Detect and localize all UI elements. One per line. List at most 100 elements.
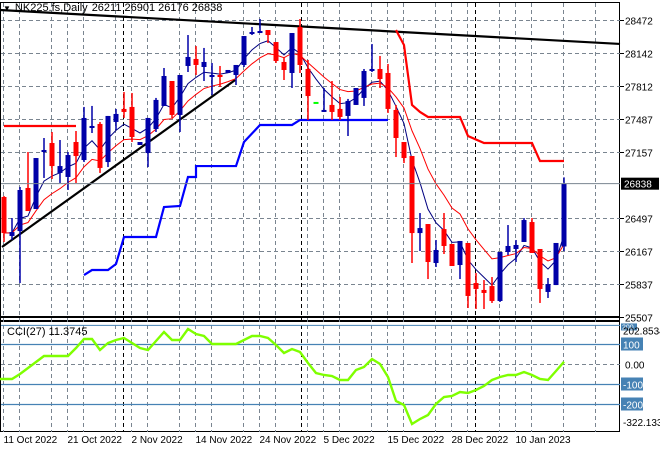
x-tick-label: 24 Nov 2022 xyxy=(260,435,317,446)
candle-bearish[interactable] xyxy=(1,196,7,234)
candle-bearish[interactable] xyxy=(297,27,303,65)
candle-bullish[interactable] xyxy=(289,33,295,73)
candle-bullish[interactable] xyxy=(113,113,119,122)
x-tick-label: 11 Oct 2022 xyxy=(4,435,58,446)
candle-bearish[interactable] xyxy=(449,243,455,267)
candle-bullish[interactable] xyxy=(545,284,551,292)
candle-bullish[interactable] xyxy=(513,244,519,249)
candle-bearish[interactable] xyxy=(425,224,431,263)
candle-bullish[interactable] xyxy=(553,242,559,286)
candle-bullish[interactable] xyxy=(233,64,239,75)
candle-bullish[interactable] xyxy=(361,70,367,98)
candle-bearish[interactable] xyxy=(329,104,335,112)
candle-bearish[interactable] xyxy=(529,222,535,253)
candle-bearish[interactable] xyxy=(409,156,415,234)
y-tick-label: 27157 xyxy=(625,149,653,160)
candle-bullish[interactable] xyxy=(17,189,23,232)
candle-bullish[interactable] xyxy=(457,240,463,266)
triangle-down-icon[interactable]: ▼ xyxy=(3,4,11,13)
candle-bearish[interactable] xyxy=(337,108,343,117)
candle-bearish[interactable] xyxy=(121,108,127,112)
candle-bullish[interactable] xyxy=(105,115,111,163)
x-tick-label: 15 Dec 2022 xyxy=(388,435,445,446)
x-tick-label: 5 Dec 2022 xyxy=(324,435,376,446)
candle-bearish[interactable] xyxy=(441,229,447,246)
price-chart[interactable]: 28472 28142 27812 27487 27157 26497 26167 25837… xyxy=(0,0,660,450)
chart-header: ▼ NK225.fs,Daily 26211 26901 26176 26838 xyxy=(3,2,222,14)
moving-average-slow xyxy=(3,52,565,262)
candle-bullish[interactable] xyxy=(369,68,375,71)
candle-bearish[interactable] xyxy=(273,42,279,61)
cci-max-label: 202.8534 xyxy=(623,326,660,337)
candle-bearish[interactable] xyxy=(73,142,79,157)
candle-bullish[interactable] xyxy=(137,142,143,146)
cci-level-label: -100 xyxy=(623,381,643,392)
candle-bearish[interactable] xyxy=(97,123,103,168)
y-tick-label: 25837 xyxy=(625,281,653,292)
candle-bullish[interactable] xyxy=(417,228,423,234)
candle-bullish[interactable] xyxy=(161,75,167,106)
candle-bullish[interactable] xyxy=(497,251,503,301)
candle-bullish[interactable] xyxy=(321,109,327,112)
symbol-label: NK225.fs,Daily xyxy=(14,2,88,14)
candle-bearish[interactable] xyxy=(377,68,383,79)
candle-bullish[interactable] xyxy=(89,125,95,128)
candle-bullish[interactable] xyxy=(345,100,351,116)
candle-bearish[interactable] xyxy=(25,187,31,212)
candle-bearish[interactable] xyxy=(481,289,487,293)
candle-bearish[interactable] xyxy=(129,106,135,137)
candle-bullish[interactable] xyxy=(313,101,319,104)
candle-bullish[interactable] xyxy=(153,99,159,129)
candle-bullish[interactable] xyxy=(225,69,231,73)
candle-bearish[interactable] xyxy=(473,283,479,289)
candle-bearish[interactable] xyxy=(305,68,311,97)
candle-bullish[interactable] xyxy=(257,31,263,34)
candle-bearish[interactable] xyxy=(169,81,175,115)
trendline[interactable] xyxy=(0,8,621,46)
candle-bullish[interactable] xyxy=(505,245,511,252)
price-pane-frame xyxy=(0,2,620,321)
candle-bearish[interactable] xyxy=(401,142,407,159)
candle-bullish[interactable] xyxy=(201,61,207,67)
candle-bullish[interactable] xyxy=(209,74,215,77)
cci-min-label: -322.133 xyxy=(623,418,660,429)
candle-bearish[interactable] xyxy=(217,74,223,77)
candle-bullish[interactable] xyxy=(561,183,567,247)
candle-bearish[interactable] xyxy=(49,143,55,167)
candle-bullish[interactable] xyxy=(65,155,71,177)
cci-level-label: 0.00 xyxy=(625,361,645,372)
candle-bullish[interactable] xyxy=(241,36,247,65)
candle-bullish[interactable] xyxy=(81,117,87,161)
current-price-label: 26838 xyxy=(624,180,652,191)
candle-bullish[interactable] xyxy=(521,220,527,242)
candle-bullish[interactable] xyxy=(177,74,183,115)
x-tick-label: 10 Jan 2023 xyxy=(516,435,571,446)
candle-bullish[interactable] xyxy=(249,32,255,35)
candle-bullish[interactable] xyxy=(145,117,151,154)
candle-bearish[interactable] xyxy=(537,248,543,289)
cci-level-label: -200 xyxy=(623,401,643,412)
candle-bullish[interactable] xyxy=(41,150,47,153)
candle-bullish[interactable] xyxy=(57,166,63,173)
step-high-line xyxy=(395,29,564,163)
candle-bearish[interactable] xyxy=(465,242,471,296)
candle-bearish[interactable] xyxy=(265,30,271,36)
candle-bullish[interactable] xyxy=(185,56,191,66)
candle-bearish[interactable] xyxy=(281,61,287,70)
candle-bullish[interactable] xyxy=(353,88,359,105)
y-tick-label: 26497 xyxy=(625,215,653,226)
candle-bearish[interactable] xyxy=(393,109,399,138)
y-tick-label: 28472 xyxy=(625,17,653,28)
candle-bearish[interactable] xyxy=(489,286,495,301)
y-tick-label: 27812 xyxy=(625,83,653,94)
candle-bullish[interactable] xyxy=(433,249,439,264)
x-tick-label: 28 Dec 2022 xyxy=(452,435,509,446)
candle-bullish[interactable] xyxy=(9,232,15,236)
y-tick-label: 27487 xyxy=(625,116,653,127)
candle-bearish[interactable] xyxy=(193,58,199,65)
y-tick-label: 28142 xyxy=(625,50,653,61)
x-tick-label: 21 Oct 2022 xyxy=(68,435,123,446)
cci-line xyxy=(0,327,565,426)
candle-bearish[interactable] xyxy=(385,72,391,109)
y-tick-label: 26167 xyxy=(625,248,653,259)
